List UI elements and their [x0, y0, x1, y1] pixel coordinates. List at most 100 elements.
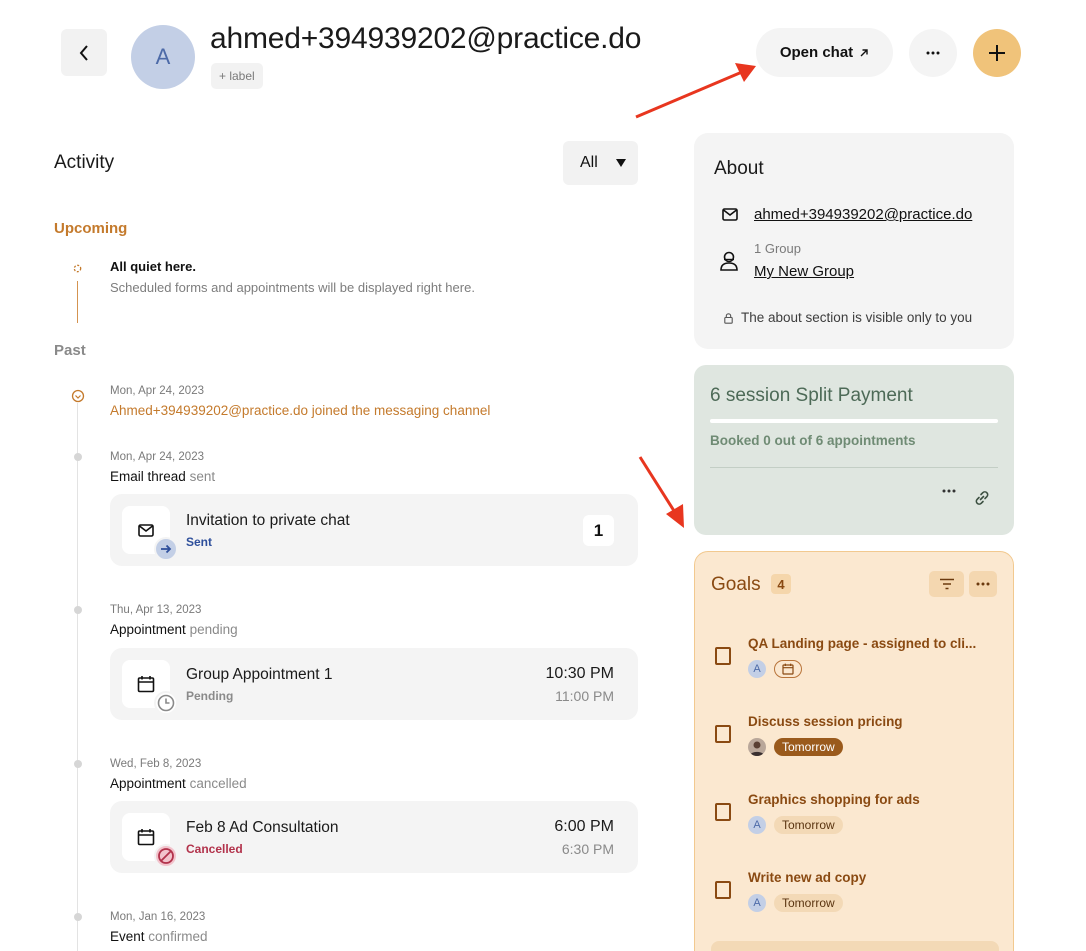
goal-checkbox[interactable]	[715, 881, 731, 899]
ellipsis-icon	[976, 582, 990, 586]
timeline-dot	[74, 913, 82, 921]
appointment-card[interactable]: Group Appointment 1 Pending 10:30 PM 11:…	[110, 648, 638, 720]
open-chat-button[interactable]: Open chat	[756, 28, 893, 77]
cancel-icon	[158, 848, 174, 864]
open-chat-label: Open chat	[779, 44, 854, 61]
goals-heading: Goals	[711, 574, 761, 595]
event-type: Event	[110, 929, 145, 944]
event-date: Mon, Jan 16, 2023	[110, 911, 206, 923]
goal-checkbox[interactable]	[715, 803, 731, 821]
goal-assignee-photo	[748, 738, 766, 756]
calendar-icon	[137, 676, 155, 693]
timeline-dot	[74, 606, 82, 614]
timeline-dot	[74, 453, 82, 461]
event-summary: Event confirmed	[110, 929, 208, 944]
appointment-card[interactable]: Feb 8 Ad Consultation Cancelled 6:00 PM …	[110, 801, 638, 873]
card-title: Group Appointment 1	[186, 666, 333, 683]
activity-heading: Activity	[54, 152, 115, 173]
empty-upcoming-subtitle: Scheduled forms and appointments will be…	[110, 280, 475, 295]
calendar-icon	[782, 663, 794, 675]
chevron-left-icon	[79, 44, 88, 61]
goal-due-chip[interactable]: Tomorrow	[774, 894, 843, 912]
email-thread-card[interactable]: Invitation to private chat Sent 1	[110, 494, 638, 566]
group-name-link[interactable]: My New Group	[754, 263, 854, 280]
about-heading: About	[714, 158, 764, 179]
filter-value: All	[580, 154, 598, 171]
goal-assignee-avatar: A	[748, 660, 766, 678]
arrow-right-icon	[161, 544, 172, 554]
add-button[interactable]	[973, 29, 1021, 77]
end-time: 11:00 PM	[555, 688, 614, 704]
event-joined-text: Ahmed+394939202@practice.do joined the m…	[110, 403, 491, 418]
goal-assignee-avatar: A	[748, 894, 766, 912]
event-type: Appointment	[110, 622, 186, 637]
link-icon[interactable]	[974, 490, 990, 506]
mail-icon	[722, 208, 738, 221]
card-status: Cancelled	[186, 842, 243, 856]
goal-item[interactable]: QA Landing page - assigned to cli... A	[695, 636, 1013, 696]
goals-count-badge: 4	[771, 574, 791, 594]
about-visibility-note: The about section is visible only to you	[741, 310, 973, 325]
plus-icon	[989, 45, 1005, 61]
package-card[interactable]: 6 session Split Payment Booked 0 out of …	[694, 365, 1014, 535]
arrow-up-right-icon	[860, 48, 868, 56]
card-status: Pending	[186, 689, 234, 703]
add-label-chip[interactable]: + label	[211, 63, 263, 89]
package-booked-text: Booked 0 out of 6 appointments	[710, 433, 916, 448]
goals-more-button[interactable]	[969, 571, 997, 597]
group-count: 1 Group	[754, 241, 801, 256]
goal-due-chip[interactable]: Tomorrow	[774, 816, 843, 834]
event-date: Mon, Apr 24, 2023	[110, 385, 204, 397]
card-title: Invitation to private chat	[186, 512, 350, 529]
package-title: 6 session Split Payment	[710, 385, 913, 406]
lock-icon	[724, 313, 733, 324]
goal-checkbox[interactable]	[715, 647, 731, 665]
goal-checkbox[interactable]	[715, 725, 731, 743]
annotation-arrow-open-chat	[635, 63, 756, 119]
goal-item[interactable]: Graphics shopping for ads A Tomorrow	[695, 792, 1013, 852]
upcoming-dot-icon	[73, 264, 82, 273]
end-time: 6:30 PM	[561, 841, 614, 857]
card-title: Feb 8 Ad Consultation	[186, 819, 339, 836]
event-summary: Appointment pending	[110, 622, 238, 637]
contact-name: ahmed+394939202@practice.do	[210, 22, 642, 55]
empty-upcoming-title: All quiet here.	[110, 259, 196, 274]
upcoming-section-label: Upcoming	[54, 220, 128, 237]
person-photo-icon	[750, 741, 764, 756]
goal-item[interactable]: Write new ad copy A Tomorrow	[695, 870, 1013, 930]
event-summary: Appointment cancelled	[110, 776, 247, 791]
ellipsis-icon[interactable]	[942, 489, 956, 493]
dropdown-caret-icon	[615, 159, 626, 167]
goal-due-chip[interactable]: Tomorrow	[774, 738, 843, 756]
annotation-arrow-goals	[638, 456, 684, 528]
event-state: sent	[189, 469, 216, 484]
about-email-link[interactable]: ahmed+394939202@practice.do	[754, 206, 972, 223]
back-button[interactable]	[61, 29, 107, 76]
start-time: 6:00 PM	[554, 818, 614, 835]
more-options-button[interactable]	[909, 29, 957, 77]
sent-badge	[154, 537, 178, 561]
event-state: confirmed	[148, 929, 208, 944]
pending-badge	[154, 691, 178, 715]
event-summary: Email thread sent	[110, 469, 215, 484]
activity-filter-select[interactable]: All	[563, 141, 638, 185]
goal-due-chip[interactable]	[774, 660, 802, 678]
event-date: Mon, Apr 24, 2023	[110, 451, 204, 463]
package-progress-bar	[710, 419, 998, 423]
contact-avatar: A	[131, 25, 195, 89]
start-time: 10:30 PM	[545, 665, 614, 682]
goals-add-row[interactable]	[711, 941, 999, 951]
goals-filter-button[interactable]	[929, 571, 964, 597]
check-circle-icon	[71, 389, 85, 403]
goal-item[interactable]: Discuss session pricing Tomorrow	[695, 714, 1013, 774]
event-state: cancelled	[189, 776, 247, 791]
message-count: 1	[583, 515, 614, 546]
clock-icon	[157, 694, 175, 712]
past-timeline-line	[77, 400, 78, 951]
upcoming-timeline-line	[77, 281, 78, 323]
event-type: Email thread	[110, 469, 186, 484]
package-divider	[710, 467, 998, 468]
card-status: Sent	[186, 535, 213, 549]
event-date: Wed, Feb 8, 2023	[110, 758, 202, 770]
filter-icon	[939, 578, 954, 590]
